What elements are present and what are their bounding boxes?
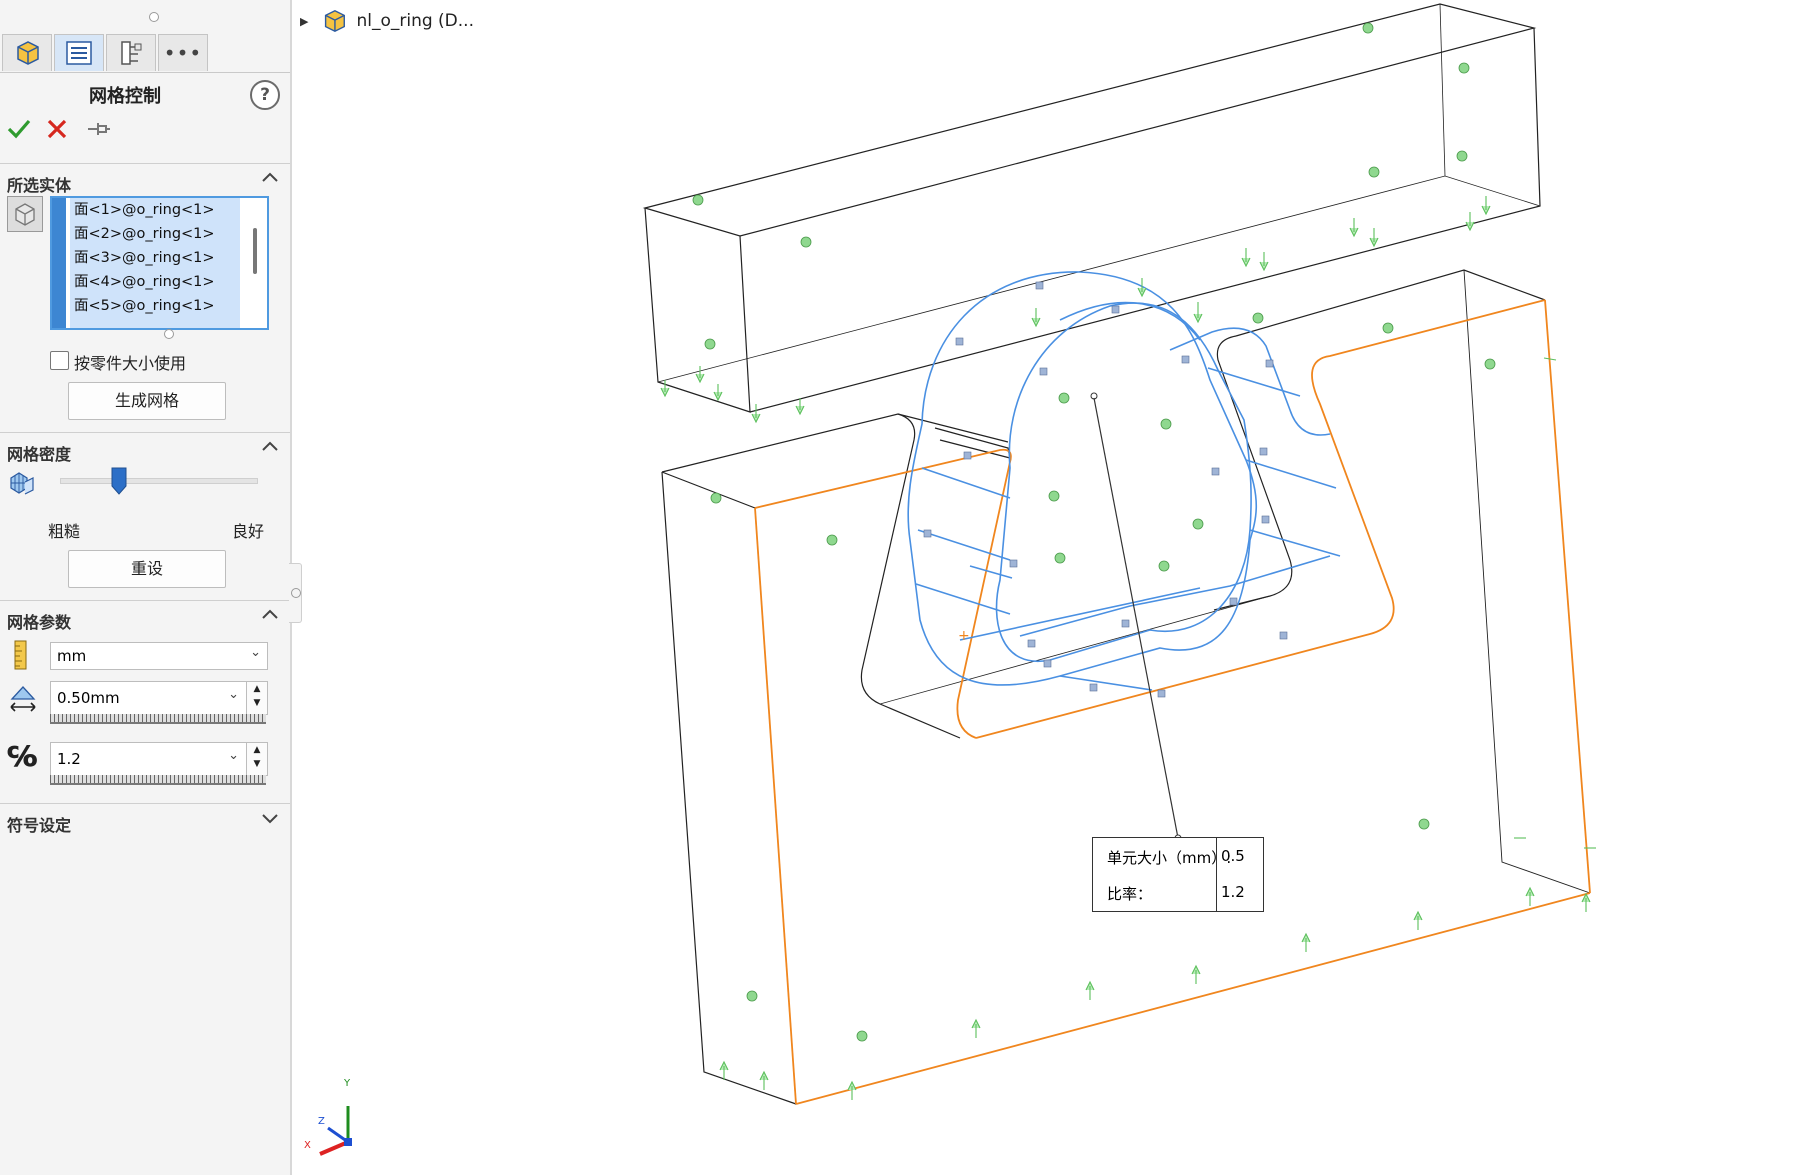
origin-marker: + [958, 628, 970, 644]
callout-ratio-row: 比率： 1.2 [1093, 874, 1263, 910]
callout-size-row: 单元大小（mm）: 0.5 [1093, 838, 1263, 874]
selected-face-outline [754, 299, 1591, 1105]
triad-y-label: Y [344, 1078, 351, 1089]
upper-bar-body [642, 3, 1541, 413]
element-size-callout-value: 0.5 [1221, 847, 1245, 865]
triad-z-label: Z [318, 1116, 325, 1127]
mesh-control-callout[interactable]: 单元大小（mm）: 0.5 比率： 1.2 [1092, 837, 1264, 912]
fixture-arrows [660, 196, 1596, 1100]
triad-x-label: X [304, 1140, 311, 1151]
element-size-label: 单元大小（mm）: [1107, 849, 1232, 867]
mesh-control-nodes [923, 281, 1288, 698]
view-triad[interactable] [319, 1106, 352, 1156]
lower-block-body [661, 269, 1591, 1105]
ratio-label: 比率： [1107, 885, 1153, 903]
graphics-area[interactable]: + [0, 0, 1794, 1175]
ratio-callout-value: 1.2 [1221, 883, 1245, 901]
callout-leader [1090, 392, 1182, 842]
